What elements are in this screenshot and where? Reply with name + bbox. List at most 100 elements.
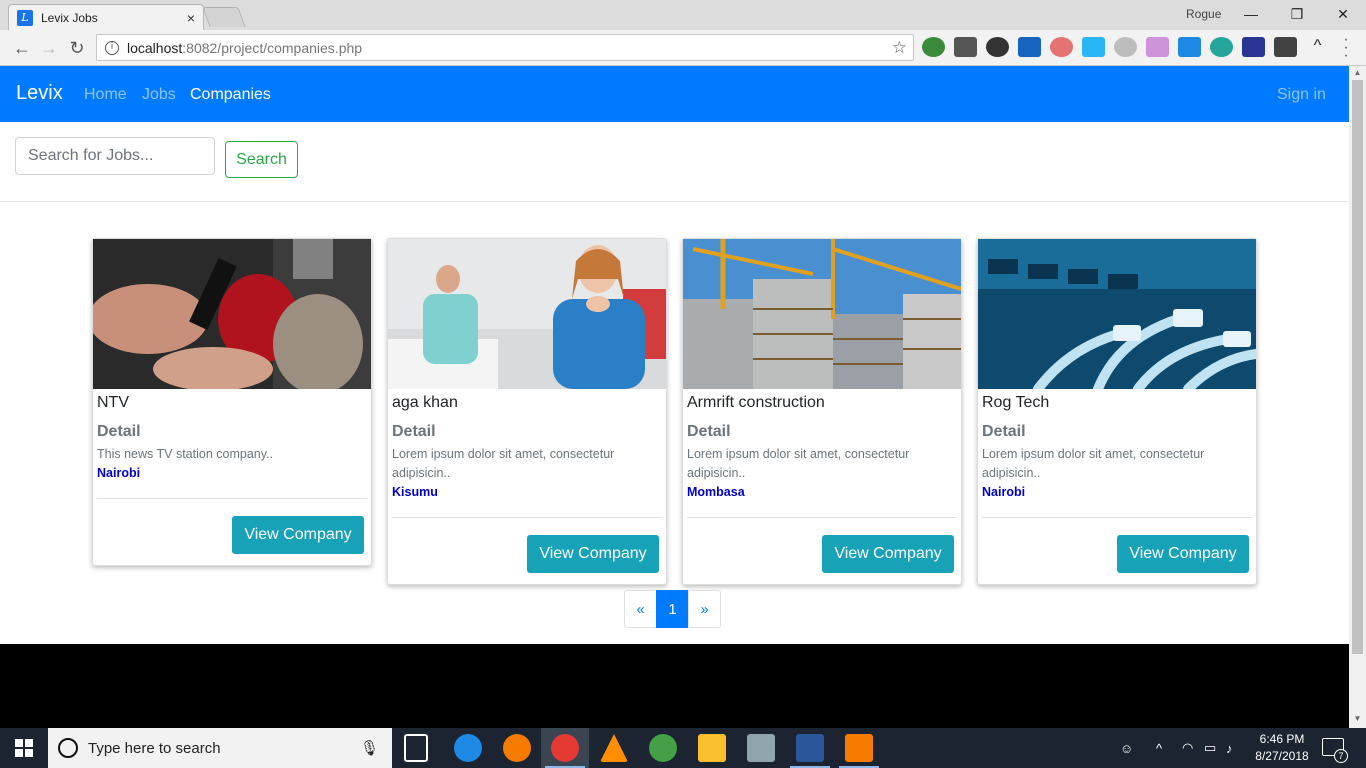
microphone-icon[interactable]: 🎙: [360, 739, 380, 757]
taskbar-search[interactable]: Type here to search 🎙: [48, 728, 392, 768]
section-divider: [0, 201, 1349, 202]
nav-link-companies[interactable]: Companies: [190, 86, 271, 104]
company-location: Nairobi: [97, 466, 141, 480]
block-extension-icon[interactable]: [1050, 37, 1073, 57]
windows-logo-icon: [15, 739, 33, 757]
new-tab-button[interactable]: [202, 7, 246, 27]
pagination-next[interactable]: »: [688, 590, 721, 628]
scroll-down-icon[interactable]: ▼: [1352, 714, 1363, 723]
view-company-button[interactable]: View Company: [822, 535, 954, 573]
job-search-input[interactable]: [15, 137, 215, 175]
company-card: Armrift construction Detail Lorem ipsum …: [682, 238, 962, 585]
pagination-page-1[interactable]: 1: [656, 590, 689, 628]
notification-count-badge: 7: [1334, 749, 1348, 763]
tab-title: Levix Jobs: [41, 10, 98, 25]
company-card: aga khan Detail Lorem ipsum dolor sit am…: [387, 238, 667, 585]
chart-extension-icon[interactable]: ^: [1306, 37, 1329, 57]
page-viewport: Levix Home Jobs Companies Sign in Search: [0, 66, 1349, 728]
chrome-icon[interactable]: [551, 734, 579, 762]
vlc-icon[interactable]: [600, 734, 628, 762]
company-image: [388, 239, 666, 389]
network-cables-photo: [978, 239, 1256, 389]
site-brand[interactable]: Levix: [16, 82, 63, 105]
bookmark-star-icon[interactable]: ☆: [892, 38, 907, 58]
battery-icon[interactable]: ▭: [1204, 728, 1216, 768]
search-app-icon[interactable]: [503, 734, 531, 762]
search-button[interactable]: Search: [225, 141, 298, 178]
company-name: NTV: [97, 394, 129, 411]
company-description: This news TV station company..: [97, 447, 274, 461]
i-extension-icon[interactable]: [1242, 37, 1265, 57]
detail-label: Detail: [982, 423, 1026, 440]
browser-tab[interactable]: L Levix Jobs ×: [8, 4, 204, 30]
word-icon[interactable]: [796, 734, 824, 762]
info-icon[interactable]: i: [105, 40, 119, 55]
network-app-icon[interactable]: [649, 734, 677, 762]
profile-name[interactable]: Rogue: [1186, 7, 1221, 21]
detail-label: Detail: [392, 423, 436, 440]
installer-icon[interactable]: [747, 734, 775, 762]
back-button[interactable]: ←: [10, 36, 34, 60]
detail-label: Detail: [97, 423, 141, 440]
file-explorer-icon[interactable]: [698, 734, 726, 762]
edge-icon[interactable]: [454, 734, 482, 762]
volume-icon[interactable]: ♪: [1226, 728, 1233, 768]
pagination-prev[interactable]: «: [624, 590, 657, 628]
taskbar-clock[interactable]: 6:46 PM 8/27/2018: [1250, 731, 1314, 765]
view-company-button[interactable]: View Company: [232, 516, 364, 554]
company-image: [978, 239, 1256, 389]
company-location: Kisumu: [392, 485, 438, 499]
company-name: Armrift construction: [687, 394, 825, 411]
view-company-button[interactable]: View Company: [527, 535, 659, 573]
start-button[interactable]: [0, 728, 48, 768]
screenshot-extension-icon[interactable]: [1082, 37, 1105, 57]
task-view-icon[interactable]: [404, 734, 428, 762]
close-window-button[interactable]: ✕: [1331, 3, 1355, 25]
download-extension-icon[interactable]: [1178, 37, 1201, 57]
detail-label: Detail: [687, 423, 731, 440]
earth-extension-icon[interactable]: [922, 37, 945, 57]
forward-button[interactable]: →: [37, 36, 61, 60]
company-location: Nairobi: [982, 485, 1026, 499]
view-company-button[interactable]: View Company: [1117, 535, 1249, 573]
construction-crane-photo: [683, 239, 961, 389]
site-navbar: Levix Home Jobs Companies Sign in: [0, 66, 1349, 122]
vertical-scrollbar[interactable]: ▲ ▼: [1349, 66, 1366, 728]
tv-extension-icon[interactable]: [954, 37, 977, 57]
scroll-up-icon[interactable]: ▲: [1352, 68, 1363, 77]
browser-toolbar: ← → ↻ i localhost:8082/project/companies…: [0, 30, 1366, 66]
company-image: [93, 239, 371, 389]
mail-extension-icon[interactable]: [1018, 37, 1041, 57]
sublime-text-icon[interactable]: [845, 734, 873, 762]
windows-taskbar: Type here to search 🎙 ☺ ^ ◠ ▭ ♪ 6:46 PM …: [0, 728, 1366, 768]
chrome-menu-icon[interactable]: · · ·: [1340, 32, 1352, 64]
minimize-button[interactable]: —: [1239, 3, 1263, 25]
company-description: Lorem ipsum dolor sit amet, consectetur …: [392, 447, 615, 480]
scroll-thumb[interactable]: [1352, 80, 1363, 654]
people-icon[interactable]: ☺: [1120, 728, 1133, 768]
cortana-icon: [58, 738, 78, 758]
vpn-extension-icon[interactable]: [1210, 37, 1233, 57]
nav-link-home[interactable]: Home: [84, 86, 127, 104]
reload-button[interactable]: ↻: [65, 36, 89, 60]
pdf-extension-icon[interactable]: [1146, 37, 1169, 57]
save-extension-icon[interactable]: [1274, 37, 1297, 57]
nav-link-jobs[interactable]: Jobs: [142, 86, 176, 104]
tray-chevron-icon[interactable]: ^: [1156, 728, 1162, 768]
sign-in-link[interactable]: Sign in: [1277, 86, 1326, 104]
company-name: aga khan: [392, 394, 458, 411]
company-description: Lorem ipsum dolor sit amet, consectetur …: [982, 447, 1205, 480]
taskbar-search-text: Type here to search: [88, 739, 221, 757]
puzzle-extension-icon[interactable]: [986, 37, 1009, 57]
company-card: Rog Tech Detail Lorem ipsum dolor sit am…: [977, 238, 1257, 585]
address-bar[interactable]: i localhost:8082/project/companies.php ☆: [96, 34, 914, 61]
company-name: Rog Tech: [982, 394, 1050, 411]
url-path: :8082/project/companies.php: [182, 39, 363, 56]
company-image: [683, 239, 961, 389]
wifi-icon[interactable]: ◠: [1182, 728, 1193, 768]
url-host: localhost: [127, 39, 183, 56]
browser-titlebar: L Levix Jobs × Rogue — ❐ ✕: [0, 0, 1366, 30]
tab-close-icon[interactable]: ×: [187, 10, 195, 26]
m-extension-icon[interactable]: [1114, 37, 1137, 57]
restore-button[interactable]: ❐: [1285, 3, 1309, 25]
